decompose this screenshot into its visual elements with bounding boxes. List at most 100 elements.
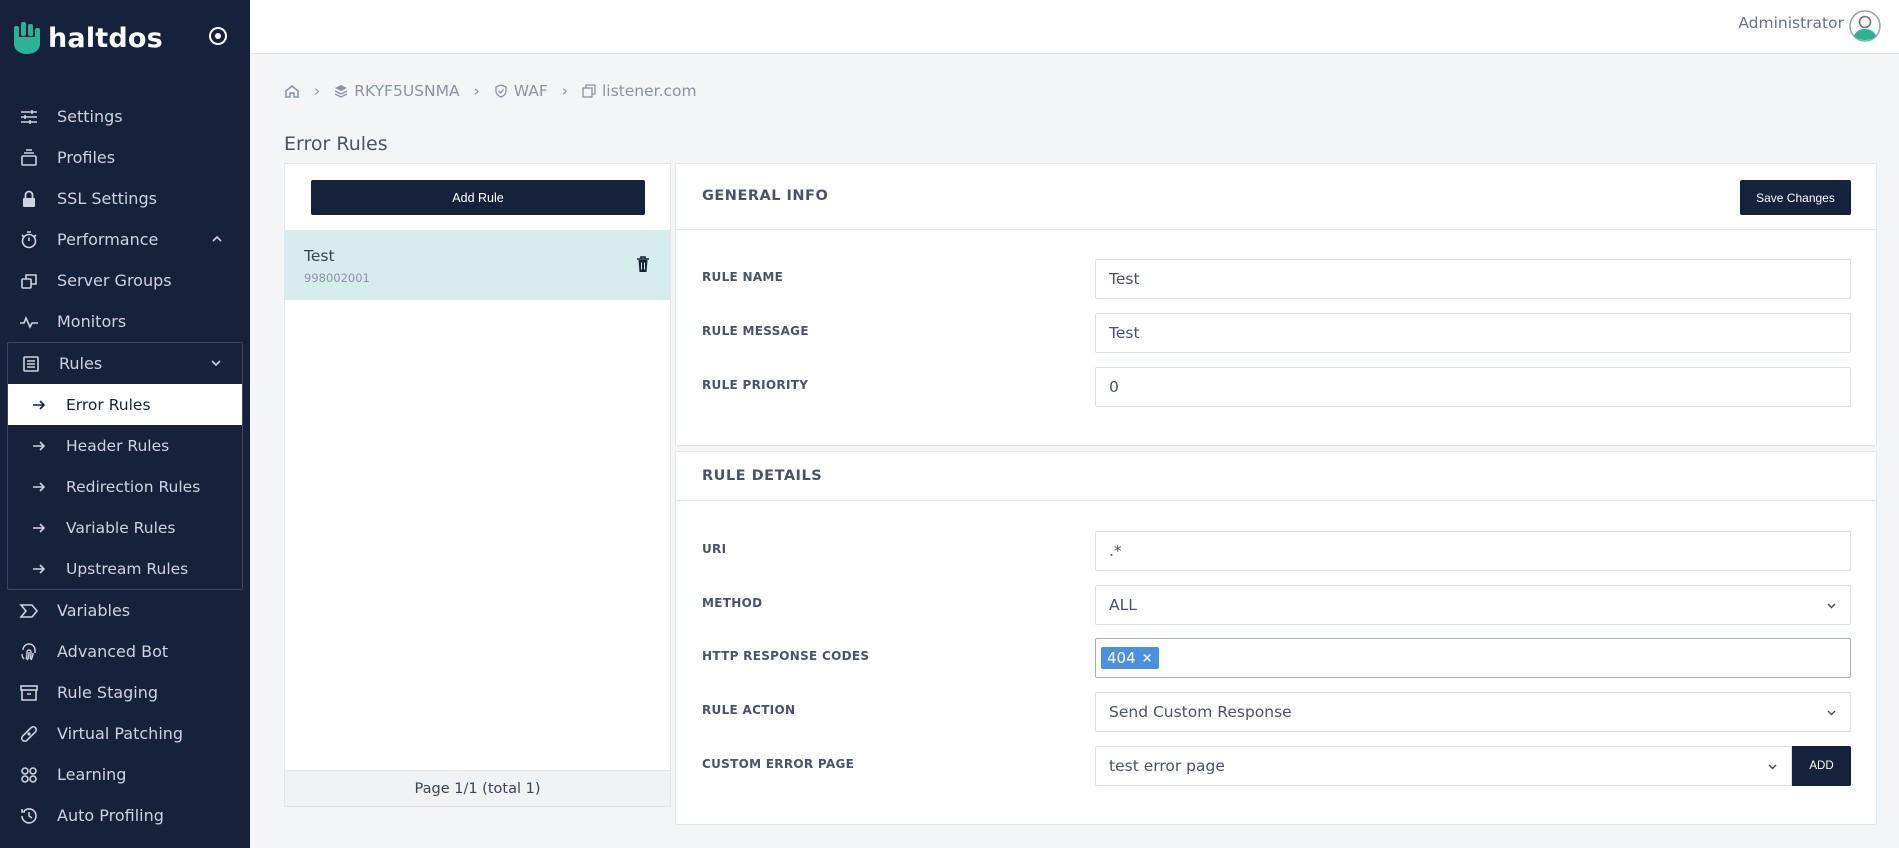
bandage-icon [18,723,40,745]
rule-message-label: RULE MESSAGE [702,324,809,338]
list-icon [20,353,42,375]
sidebar-subitem-header-rules[interactable]: Header Rules [8,425,242,466]
sidebar-item-label: Settings [57,107,123,126]
breadcrumb-separator: › [561,82,568,100]
sidebar-item-label: Profiles [57,148,116,167]
sidebar-subitem-label: Redirection Rules [66,477,201,496]
custom-error-page-select[interactable]: test error page [1095,746,1792,786]
avatar-icon[interactable] [1849,10,1881,42]
sidebar-subitem-error-rules[interactable]: Error Rules [8,384,242,425]
breadcrumb-waf[interactable]: WAF [494,82,548,100]
sidebar-item-auto-profiling[interactable]: Auto Profiling [0,795,250,836]
http-response-codes-label: HTTP RESPONSE CODES [702,649,870,663]
sidebar-item-label: SSL Settings [57,189,157,208]
rule-name-input[interactable]: Test [1095,259,1851,299]
method-value: ALL [1109,596,1137,614]
sidebar-item-virtual-patching[interactable]: Virtual Patching [0,713,250,754]
brand-name: haltdos [48,22,163,54]
pagination: Page 1/1 (total 1) [285,770,670,806]
card-title: RULE DETAILS [702,468,823,484]
breadcrumb-separator: › [314,82,321,100]
sidebar-subitem-label: Upstream Rules [66,559,189,578]
rule-action-select[interactable]: Send Custom Response [1095,692,1851,732]
server-group-icon [18,270,40,292]
custom-error-page-label: CUSTOM ERROR PAGE [702,757,855,771]
sliders-icon [18,106,40,128]
rule-item-id: 998002001 [304,271,370,285]
fingerprint-icon [18,641,40,663]
arrow-right-icon [33,563,46,574]
nodes-icon [18,764,40,786]
rule-action-row: RULE ACTION Send Custom Response [702,692,1851,732]
sidebar-item-learning[interactable]: Learning [0,754,250,795]
sidebar-item-label: Server Groups [57,271,172,290]
user-name[interactable]: Administrator [1738,14,1844,32]
sidebar-item-label: Auto Profiling [57,806,164,825]
stopwatch-icon [18,229,40,251]
arrow-right-icon [33,481,46,492]
chevron-up-icon[interactable] [210,232,224,246]
add-error-page-button[interactable]: ADD [1792,746,1851,786]
sidebar-subitem-variable-rules[interactable]: Variable Rules [8,507,242,548]
rule-name-row: RULE NAME Test [702,259,1851,299]
general-info-header: GENERAL INFO Save Changes [676,164,1876,230]
sidebar-item-variables[interactable]: Variables [0,590,250,631]
sidebar-item-monitors[interactable]: Monitors [0,301,250,342]
breadcrumb-home[interactable] [284,83,300,99]
history-icon [18,805,40,827]
haltdos-logo-icon [14,22,40,54]
save-changes-button[interactable]: Save Changes [1740,180,1851,215]
arrow-right-icon [33,440,46,451]
sidebar-subitem-redirection-rules[interactable]: Redirection Rules [8,466,242,507]
sidebar-item-label: Rules [59,354,103,373]
sidebar-toggle-icon[interactable] [208,26,228,46]
method-select[interactable]: ALL [1095,585,1851,625]
sidebar-item-server-groups[interactable]: Server Groups [0,260,250,301]
arrow-right-icon [33,399,46,410]
chevron-down-icon[interactable] [209,356,223,370]
breadcrumb: › RKYF5USNMA › WAF › listener.com [284,82,697,100]
sidebar-item-performance[interactable]: Performance [0,219,250,260]
rule-item-name: Test [304,247,335,265]
remove-tag-icon[interactable]: × [1142,651,1153,666]
rule-message-row: RULE MESSAGE Test [702,313,1851,353]
rule-message-input[interactable]: Test [1095,313,1851,353]
breadcrumb-label: listener.com [602,82,697,100]
sidebar-item-advanced-bot[interactable]: Advanced Bot [0,631,250,672]
breadcrumb-listener[interactable]: listener.com [582,82,697,100]
page-title: Error Rules [284,133,388,155]
rule-list-item[interactable]: Test 998002001 [285,230,670,300]
rule-priority-input[interactable]: 0 [1095,367,1851,407]
uri-row: URI .* [702,531,1851,571]
rule-priority-row: RULE PRIORITY 0 [702,367,1851,407]
layers-icon [334,85,348,98]
add-rule-button[interactable]: Add Rule [311,180,645,215]
http-response-codes-input[interactable]: 404 × [1095,638,1851,678]
sidebar-item-label: Variables [57,601,131,620]
chevron-down-icon [1827,710,1836,716]
sidebar-item-profiles[interactable]: Profiles [0,137,250,178]
sidebar-item-label: Monitors [57,312,127,331]
tag-label: 404 [1107,649,1136,667]
sidebar: haltdos Settings Profiles SSL Settings P… [0,0,250,848]
breadcrumb-tenant[interactable]: RKYF5USNMA [334,82,460,100]
sidebar-item-settings[interactable]: Settings [0,96,250,137]
brand[interactable]: haltdos [14,20,163,56]
sidebar-nav: Settings Profiles SSL Settings Performan… [0,96,250,836]
shield-icon [495,84,507,98]
breadcrumb-label: WAF [513,82,548,100]
breadcrumb-separator: › [473,82,480,100]
sidebar-item-rules[interactable]: Rules [8,343,242,384]
method-label: METHOD [702,596,763,610]
sidebar-subitem-upstream-rules[interactable]: Upstream Rules [8,548,242,589]
sidebar-item-rule-staging[interactable]: Rule Staging [0,672,250,713]
uri-input[interactable]: .* [1095,531,1851,571]
sidebar-item-label: Rule Staging [57,683,159,702]
sidebar-item-label: Learning [57,765,127,784]
sidebar-subitem-label: Header Rules [66,436,170,455]
sidebar-subitem-label: Variable Rules [66,518,176,537]
trash-icon[interactable] [635,255,651,273]
rule-priority-label: RULE PRIORITY [702,378,809,392]
sidebar-item-label: Performance [57,230,159,249]
sidebar-item-ssl-settings[interactable]: SSL Settings [0,178,250,219]
